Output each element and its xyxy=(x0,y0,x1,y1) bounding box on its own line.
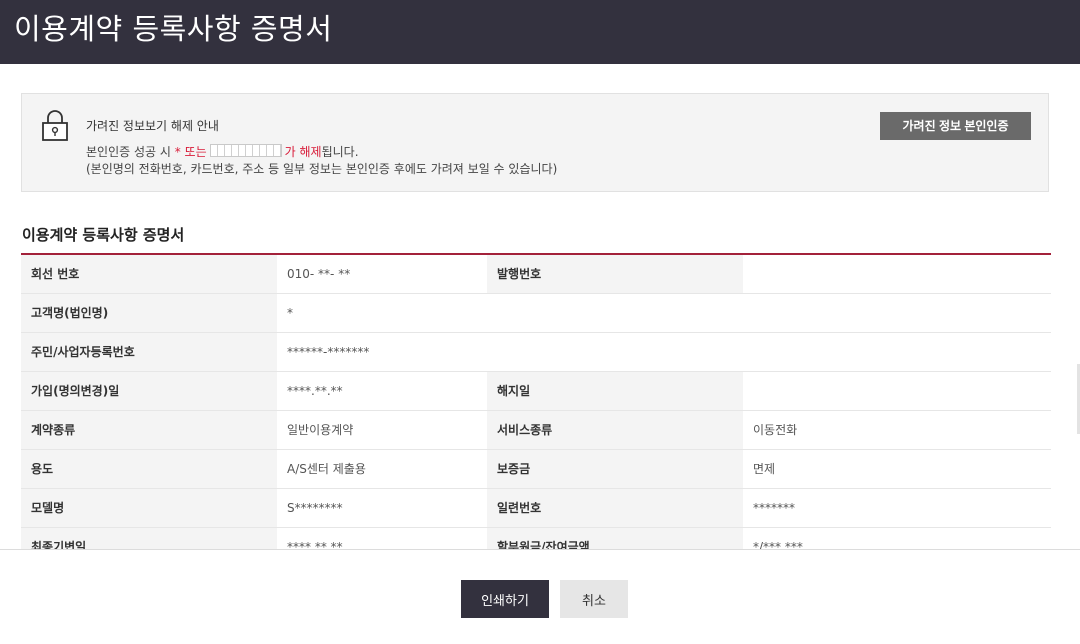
row-value: ****.**.** xyxy=(277,527,487,549)
notice-star-or: * 또는 xyxy=(174,145,207,159)
footer-actions: 인쇄하기 취소 xyxy=(0,549,1080,644)
row-label: 회선 번호 xyxy=(21,254,277,294)
page-title: 이용계약 등록사항 증명서 xyxy=(14,12,333,46)
cancel-button[interactable]: 취소 xyxy=(560,580,628,618)
notice-box: 가려진 정보보기 해제 안내 본인인증 성공 시 * 또는 가 해제됩니다. (본… xyxy=(21,93,1049,192)
table-row: 계약종류 일반이용계약 서비스종류 이동전화 xyxy=(21,410,1051,450)
row-label: 모델명 xyxy=(21,488,277,528)
row-value: S******** xyxy=(277,488,487,528)
lock-icon xyxy=(42,110,68,141)
row-label: 계약종류 xyxy=(21,410,277,450)
row-value: ****.**.** xyxy=(277,371,487,411)
section-title: 이용계약 등록사항 증명서 xyxy=(22,226,185,244)
row-value: ******* xyxy=(743,488,1051,528)
row-label: 발행번호 xyxy=(487,254,743,294)
notice-line1: 본인인증 성공 시 * 또는 가 해제됩니다. xyxy=(86,143,359,160)
row-label: 용도 xyxy=(21,449,277,489)
row-value: ******-******* xyxy=(277,332,1051,372)
table-row: 고객명(법인명) * xyxy=(21,293,1051,333)
row-value: 이동전화 xyxy=(743,410,1051,450)
row-value: A/S센터 제출용 xyxy=(277,449,487,489)
certificate-table: 회선 번호 010- **- ** 발행번호 고객명(법인명) * 주민/사업자등록번호 *… xyxy=(21,253,1051,549)
row-label: 일련번호 xyxy=(487,488,743,528)
row-label: 보증금 xyxy=(487,449,743,489)
row-label: 고객명(법인명) xyxy=(21,293,277,333)
row-label: 할부원금/잔여금액 xyxy=(487,527,743,549)
notice-line1-suffix: 됩니다. xyxy=(321,145,359,159)
row-value: 일반이용계약 xyxy=(277,410,487,450)
print-button[interactable]: 인쇄하기 xyxy=(461,580,549,618)
table-row: 최종기변일 ****.**.** 할부원금/잔여금액 */***,*** xyxy=(21,527,1051,549)
table-row: 주민/사업자등록번호 ******-******* xyxy=(21,332,1051,372)
table-row: 모델명 S******** 일련번호 ******* xyxy=(21,488,1051,528)
row-label: 해지일 xyxy=(487,371,743,411)
row-value: */***,*** xyxy=(743,527,1051,549)
notice-release: 가 해제 xyxy=(284,145,322,159)
table-row: 회선 번호 010- **- ** 발행번호 xyxy=(21,254,1051,294)
notice-title: 가려진 정보보기 해제 안내 xyxy=(86,119,219,133)
row-value xyxy=(743,254,1051,294)
notice-line2: (본인명의 전화번호, 카드번호, 주소 등 일부 정보는 본인인증 후에도 가… xyxy=(86,162,558,176)
row-label: 서비스종류 xyxy=(487,410,743,450)
row-value: 010- **- ** xyxy=(277,254,487,294)
notice-line1-prefix: 본인인증 성공 시 xyxy=(86,145,175,159)
page-header: 이용계약 등록사항 증명서 xyxy=(0,0,1080,64)
row-value xyxy=(743,371,1051,411)
row-label: 최종기변일 xyxy=(21,527,277,549)
row-label: 주민/사업자등록번호 xyxy=(21,332,277,372)
row-value: 면제 xyxy=(743,449,1051,489)
row-value: * xyxy=(277,293,1051,333)
table-row: 용도 A/S센터 제출용 보증금 면제 xyxy=(21,449,1051,489)
identity-auth-button[interactable]: 가려진 정보 본인인증 xyxy=(880,112,1031,140)
masked-box-icon xyxy=(209,144,282,157)
table-row: 가입(명의변경)일 ****.**.** 해지일 xyxy=(21,371,1051,411)
row-label: 가입(명의변경)일 xyxy=(21,371,277,411)
content-area[interactable]: 가려진 정보보기 해제 안내 본인인증 성공 시 * 또는 가 해제됩니다. (본… xyxy=(0,64,1080,549)
